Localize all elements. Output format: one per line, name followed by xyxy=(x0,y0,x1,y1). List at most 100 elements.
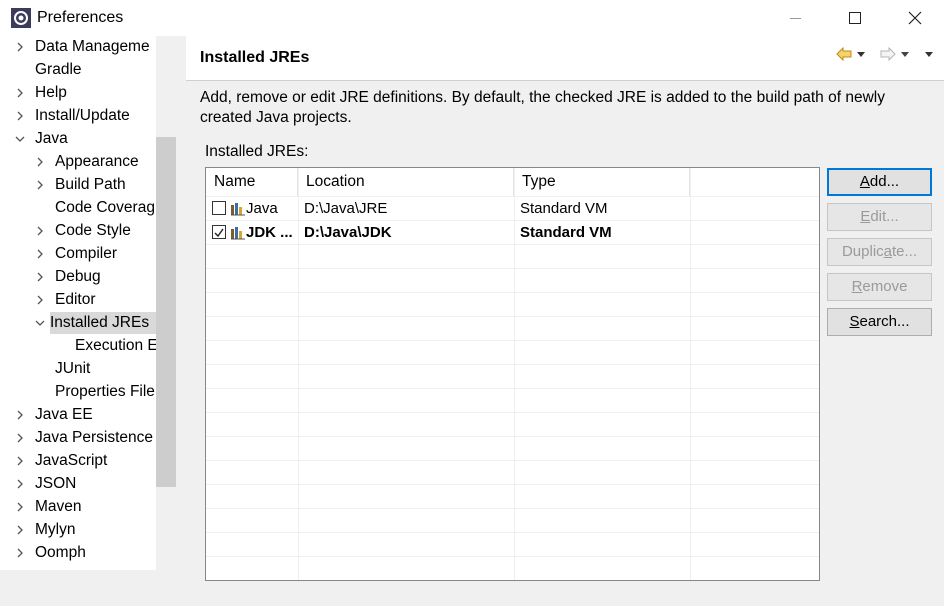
chevron-right-icon[interactable] xyxy=(15,410,25,420)
chevron-right-icon[interactable] xyxy=(15,88,25,98)
duplicate-button[interactable]: Duplicate... xyxy=(827,238,932,266)
tree-item-label: Java Persistence xyxy=(35,429,154,446)
tree-item-label: Compiler xyxy=(55,245,118,262)
tree-item[interactable]: Mylyn xyxy=(0,519,156,541)
chevron-right-icon[interactable] xyxy=(35,295,45,305)
preferences-tree: Data Manageme Gradle Help Install/Update Jav… xyxy=(0,36,176,570)
tree-item[interactable]: Build Path xyxy=(0,174,156,196)
tree-item[interactable]: Gradle xyxy=(0,59,156,81)
tree-item-label: Debug xyxy=(55,268,101,285)
table-row xyxy=(206,556,819,580)
tree-item[interactable]: Compiler xyxy=(0,243,156,265)
column-header-location[interactable]: Location xyxy=(298,168,514,196)
tree-item[interactable]: Properties File xyxy=(0,381,156,403)
tree-item[interactable]: Installed JREs xyxy=(35,312,156,334)
tree-item-label: Gradle xyxy=(35,61,82,78)
chevron-right-icon[interactable] xyxy=(35,226,45,236)
eclipse-app-icon xyxy=(11,8,31,28)
tree-item-label: Maven xyxy=(35,498,82,515)
close-icon xyxy=(908,11,922,25)
tree-item[interactable]: Install/Update xyxy=(0,105,156,127)
tree-item-label: JavaScript xyxy=(35,452,108,469)
maximize-button[interactable] xyxy=(826,0,884,36)
close-button[interactable] xyxy=(886,0,944,36)
cell-name: JDK ... xyxy=(246,224,293,241)
tree-item-label: Build Path xyxy=(55,176,126,193)
column-header-type[interactable]: Type xyxy=(514,168,690,196)
tree-item[interactable]: Oomph xyxy=(0,542,156,564)
add-button[interactable]: Add... xyxy=(827,168,932,196)
tree-item[interactable]: Appearance xyxy=(0,151,156,173)
history-navigation xyxy=(836,47,934,61)
tree-item[interactable]: Java EE xyxy=(0,404,156,426)
installed-jres-table[interactable]: Name Location Type Java D:\Java\JRE Standa… xyxy=(205,167,820,581)
forward-dropdown-icon[interactable] xyxy=(900,49,910,59)
sash[interactable] xyxy=(176,36,186,606)
button-label: Search... xyxy=(849,313,910,330)
table-row xyxy=(206,532,819,556)
tree-item-label: Java xyxy=(35,130,68,147)
page-header: Installed JREs xyxy=(186,36,944,81)
tree-item-label: Mylyn xyxy=(35,521,76,538)
tree-item[interactable]: Code Style xyxy=(0,220,156,242)
tree-item[interactable]: Help xyxy=(0,82,156,104)
cell-type: Standard VM xyxy=(520,224,612,241)
tree-item[interactable]: JavaScript xyxy=(0,450,156,472)
chevron-right-icon[interactable] xyxy=(15,502,25,512)
forward-arrow-icon[interactable] xyxy=(880,47,896,61)
table-row xyxy=(206,508,819,532)
tree-item[interactable]: Maven xyxy=(0,496,156,518)
button-label: Edit... xyxy=(860,208,899,225)
table-row[interactable]: Java D:\Java\JRE Standard VM xyxy=(206,196,819,220)
chevron-right-icon[interactable] xyxy=(35,272,45,282)
table-row[interactable]: JDK ... D:\Java\JDK Standard VM xyxy=(206,220,819,244)
tree-item-label: Execution E xyxy=(75,337,158,354)
remove-button[interactable]: Remove xyxy=(827,273,932,301)
installed-jres-label: Installed JREs: xyxy=(205,143,308,161)
cell-location: D:\Java\JDK xyxy=(304,224,392,241)
checkbox-checked[interactable] xyxy=(212,225,226,239)
back-dropdown-icon[interactable] xyxy=(856,49,866,59)
chevron-down-icon[interactable] xyxy=(15,134,25,144)
tree-item-label: Code Style xyxy=(55,222,131,239)
chevron-right-icon[interactable] xyxy=(15,525,25,535)
minimize-button[interactable] xyxy=(766,0,824,36)
cell-name: Java xyxy=(246,200,278,217)
tree-item[interactable]: JUnit xyxy=(0,358,156,380)
column-header-name[interactable]: Name xyxy=(206,168,298,196)
back-arrow-icon[interactable] xyxy=(836,47,852,61)
view-menu-icon[interactable] xyxy=(924,49,934,59)
tree-item[interactable]: Java Persistence xyxy=(0,427,156,449)
button-label: Remove xyxy=(851,278,908,295)
search-button[interactable]: Search... xyxy=(827,308,932,336)
edit-button[interactable]: Edit... xyxy=(827,203,932,231)
checkmark-icon xyxy=(214,228,224,238)
chevron-right-icon[interactable] xyxy=(15,42,25,52)
tree-item[interactable]: Editor xyxy=(0,289,156,311)
chevron-right-icon[interactable] xyxy=(35,157,45,167)
tree-item-label: Install/Update xyxy=(35,107,130,124)
tree-item[interactable]: Debug xyxy=(0,266,156,288)
chevron-right-icon[interactable] xyxy=(15,456,25,466)
table-row xyxy=(206,364,819,388)
chevron-down-icon[interactable] xyxy=(35,318,45,328)
tree-item[interactable]: JSON xyxy=(0,473,156,495)
chevron-right-icon[interactable] xyxy=(15,433,25,443)
column-header-empty xyxy=(690,168,819,196)
chevron-right-icon[interactable] xyxy=(15,548,25,558)
button-label: Add... xyxy=(859,173,900,190)
tree-item[interactable]: Data Manageme xyxy=(0,36,156,58)
tree-item[interactable]: Execution E xyxy=(0,335,158,357)
table-row xyxy=(206,340,819,364)
tree-scrollbar-thumb[interactable] xyxy=(156,137,176,487)
chevron-right-icon[interactable] xyxy=(35,249,45,259)
tree-item[interactable]: Code Coverag xyxy=(0,197,156,219)
chevron-right-icon[interactable] xyxy=(15,479,25,489)
chevron-right-icon[interactable] xyxy=(35,180,45,190)
preference-page: Installed JREs Add, remove or edit JRE d… xyxy=(186,36,944,606)
checkbox[interactable] xyxy=(212,201,226,215)
page-title: Installed JREs xyxy=(200,49,310,66)
chevron-right-icon[interactable] xyxy=(15,111,25,121)
tree-item[interactable]: Java xyxy=(0,128,156,150)
cell-location: D:\Java\JRE xyxy=(304,200,388,217)
